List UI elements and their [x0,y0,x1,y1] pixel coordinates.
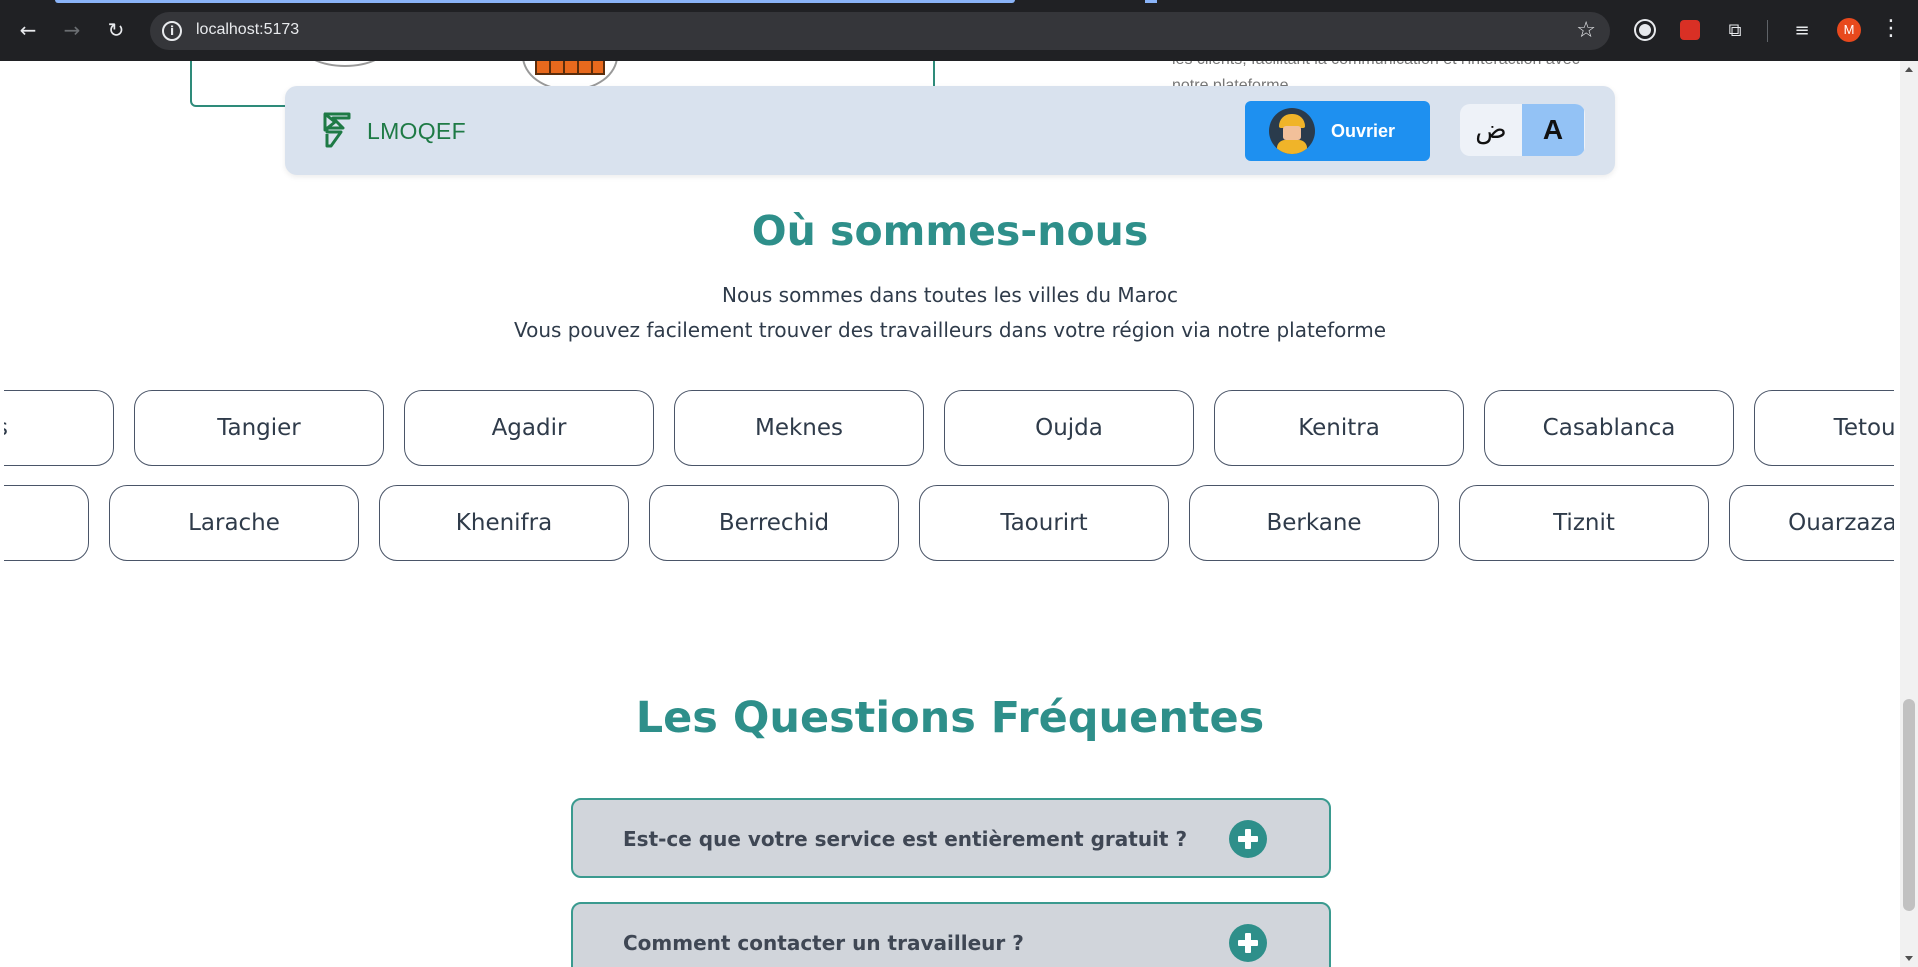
expand-plus-icon[interactable] [1229,820,1267,858]
browser-menu-icon[interactable]: ⋮ [1880,16,1902,41]
where-subtitle-2: Vous pouvez facilement trouver des trava… [513,318,1387,342]
role-ouvrier-button[interactable]: Ouvrier [1245,101,1430,161]
lang-latin-option[interactable]: A [1522,104,1584,156]
brick-wall-icon [535,61,605,75]
bookmark-star-icon[interactable]: ☆ [1576,18,1596,43]
profile-avatar[interactable]: M [1837,18,1861,42]
city-pill: Casablanca [1484,390,1734,466]
where-title: Où sommes-nous [751,207,1149,255]
language-toggle[interactable]: ض A [1460,104,1585,156]
city-pill: Berrechid [649,485,899,561]
city-pill: Oujda [944,390,1194,466]
lmoqef-logo-icon [323,112,351,148]
city-pill: Taourirt [919,485,1169,561]
page-scrollbar[interactable] [1900,61,1918,967]
city-pill: Safi [4,485,89,561]
faq-question: Est-ce que votre service est entièrement… [623,827,1188,851]
where-subtitle-1: Nous sommes dans toutes les villes du Ma… [722,283,1178,307]
city-pill: Berkane [1189,485,1439,561]
url-text[interactable]: localhost:5173 [196,21,299,39]
city-pill: Meknes [674,390,924,466]
brand-logo[interactable]: LMOQEF [321,112,466,150]
city-pill: Tetouan [1754,390,1894,466]
city-pill: Fes [4,390,114,466]
lang-arabic-option[interactable]: ض [1460,104,1522,156]
media-control-icon[interactable]: ≡ [1790,18,1814,42]
scroll-up-icon[interactable] [1905,67,1913,72]
expand-plus-icon[interactable] [1229,924,1267,962]
city-pill: Khenifra [379,485,629,561]
city-pill: Ouarzazate [1729,485,1894,561]
back-icon[interactable]: ← [12,14,44,46]
site-navbar: LMOQEF Ouvrier ض A [285,86,1615,175]
cities-marquee-row-1: Fes Tangier Agadir Meknes Oujda Kenitra Casabl… [4,388,1894,468]
page-viewport: les clients, facilitant la communication… [0,61,1900,967]
reload-icon[interactable]: ↻ [100,14,132,46]
faq-question: Comment contacter un travailleur ? [623,931,1024,955]
site-info-icon[interactable]: i [162,21,182,41]
cities-marquee-row-2: Safi Larache Khenifra Berrechid Taourirt Berk… [4,483,1894,563]
city-pill: Tangier [134,390,384,466]
faq-title: Les Questions Fréquentes [635,693,1265,743]
active-tab-indicator [55,0,1015,3]
worker-avatar-icon [1269,108,1315,154]
address-bar[interactable]: i localhost:5173 ☆ [150,12,1610,50]
city-pill: Agadir [404,390,654,466]
toolbar-divider [1767,20,1768,42]
forward-icon[interactable]: → [56,14,88,46]
brand-name: LMOQEF [367,117,466,144]
role-label: Ouvrier [1331,120,1396,141]
scrollbar-thumb[interactable] [1903,699,1915,911]
extension-red-icon[interactable] [1678,18,1702,42]
faq-item[interactable]: Est-ce que votre service est entièrement… [571,798,1331,878]
extension-circle-icon[interactable] [1633,18,1657,42]
browser-toolbar: ← → ↻ i localhost:5173 ☆ ⧉ ≡ M ⋮ [0,0,1918,61]
city-pill: Larache [109,485,359,561]
extensions-puzzle-icon[interactable]: ⧉ [1723,18,1747,42]
faq-item[interactable]: Comment contacter un travailleur ? [571,902,1331,967]
city-pill: Kenitra [1214,390,1464,466]
city-pill: Tiznit [1459,485,1709,561]
scroll-down-icon[interactable] [1905,956,1913,961]
tab-indicator [1145,0,1157,3]
